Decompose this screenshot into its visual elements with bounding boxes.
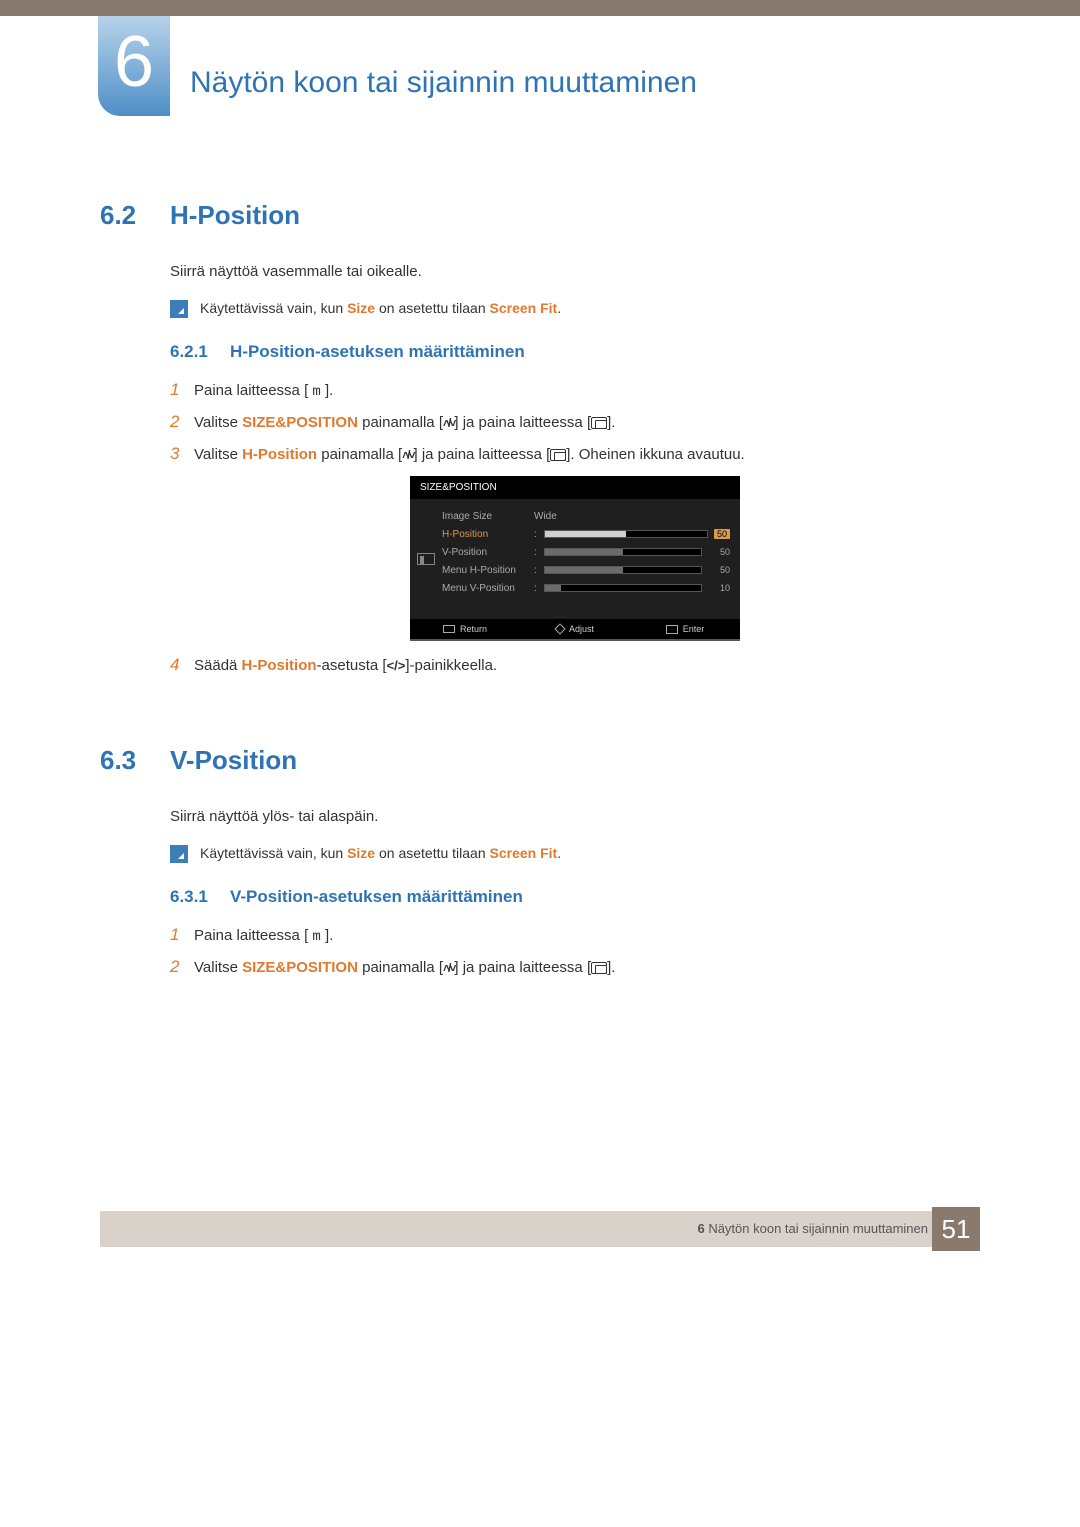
subsection-title: V-Position-asetuksen määrittäminen — [230, 887, 523, 907]
osd-category-icon — [417, 553, 435, 565]
osd-row-label: H-Position — [442, 529, 534, 540]
section-number: 6.3 — [100, 745, 170, 776]
up-down-icon: ˄/˅ — [443, 961, 454, 975]
up-down-icon: ˄/˅ — [402, 448, 413, 462]
step-621-3: 3 Valitse H-Position painamalla [˄/˅] ja… — [170, 444, 980, 464]
note-text: Käytettävissä vain, kun Size on asetettu… — [200, 845, 561, 861]
note-icon — [170, 300, 188, 318]
section-63-intro: Siirrä näyttöä ylös- tai alaspäin. — [170, 808, 980, 825]
osd-slider — [544, 548, 702, 556]
top-accent-bar — [0, 0, 1080, 16]
osd-row-value: Wide — [534, 511, 730, 522]
chapter-header: 6 Näytön koon tai sijainnin muuttaminen — [0, 16, 1080, 160]
left-right-icon: </> — [387, 658, 406, 673]
osd-footer: Return Adjust Enter — [410, 619, 740, 639]
osd-title: SIZE&POSITION — [410, 476, 740, 499]
enter-icon — [550, 449, 566, 461]
note-63: Käytettävissä vain, kun Size on asetettu… — [170, 845, 980, 863]
section-title: H-Position — [170, 200, 300, 231]
osd-slider — [544, 584, 702, 592]
note-text: Käytettävissä vain, kun Size on asetettu… — [200, 300, 561, 316]
subsection-631-heading: 6.3.1 V-Position-asetuksen määrittäminen — [170, 887, 980, 907]
return-icon — [443, 625, 455, 633]
step-631-2: 2 Valitse SIZE&POSITION painamalla [˄/˅]… — [170, 957, 980, 977]
osd-panel: SIZE&POSITION Image SizeWideH-Position:5… — [410, 476, 740, 641]
osd-row: H-Position:50 — [442, 525, 730, 543]
step-621-4: 4 Säädä H-Position-asetusta [</>]-painik… — [170, 655, 980, 675]
osd-row-label: Menu H-Position — [442, 565, 534, 576]
osd-row-value: 50 — [708, 565, 730, 575]
section-title: V-Position — [170, 745, 297, 776]
enter-icon — [666, 625, 678, 634]
step-631-1: 1 Paina laitteessa [ m ]. — [170, 925, 980, 945]
osd-row-label: Menu V-Position — [442, 583, 534, 594]
step-621-1: 1 Paina laitteessa [ m ]. — [170, 380, 980, 400]
chapter-title: Näytön koon tai sijainnin muuttaminen — [190, 36, 1080, 100]
note-62: Käytettävissä vain, kun Size on asetettu… — [170, 300, 980, 318]
osd-row: Menu V-Position:10 — [442, 579, 730, 597]
osd-row-label: Image Size — [442, 511, 534, 522]
osd-row: Image SizeWide — [442, 507, 730, 525]
chapter-number: 6 — [98, 16, 170, 108]
section-6-2-heading: 6.2 H-Position — [100, 200, 980, 231]
step-621-2: 2 Valitse SIZE&POSITION painamalla [˄/˅]… — [170, 412, 980, 432]
menu-key-icon: m — [312, 929, 320, 945]
chapter-number-badge: 6 — [98, 16, 170, 116]
osd-slider — [544, 566, 702, 574]
osd-row: Menu H-Position:50 — [442, 561, 730, 579]
enter-icon — [591, 417, 607, 429]
subsection-title: H-Position-asetuksen määrittäminen — [230, 342, 525, 362]
osd-row: V-Position:50 — [442, 543, 730, 561]
footer-breadcrumb: 6 Näytön koon tai sijainnin muuttaminen — [697, 1221, 928, 1236]
subsection-number: 6.2.1 — [170, 342, 230, 362]
osd-row-value: 10 — [708, 583, 730, 593]
up-down-icon: ˄/˅ — [443, 416, 454, 430]
section-number: 6.2 — [100, 200, 170, 231]
subsection-621-heading: 6.2.1 H-Position-asetuksen määrittäminen — [170, 342, 980, 362]
section-6-3-heading: 6.3 V-Position — [100, 745, 980, 776]
note-icon — [170, 845, 188, 863]
menu-key-icon: m — [312, 384, 320, 400]
osd-rows: Image SizeWideH-Position:50V-Position:50… — [442, 499, 740, 619]
osd-row-value: 50 — [708, 547, 730, 557]
osd-adjust: Adjust — [520, 624, 630, 634]
page-footer: 6 Näytön koon tai sijainnin muuttaminen … — [0, 1207, 1080, 1251]
osd-row-label: V-Position — [442, 547, 534, 558]
subsection-number: 6.3.1 — [170, 887, 230, 907]
osd-row-value: 50 — [714, 529, 730, 539]
osd-enter: Enter — [630, 624, 740, 634]
osd-return: Return — [410, 624, 520, 634]
osd-slider — [544, 530, 708, 538]
section-62-intro: Siirrä näyttöä vasemmalle tai oikealle. — [170, 263, 980, 280]
adjust-icon — [554, 623, 565, 634]
enter-icon — [591, 962, 607, 974]
page-number: 51 — [932, 1207, 980, 1251]
